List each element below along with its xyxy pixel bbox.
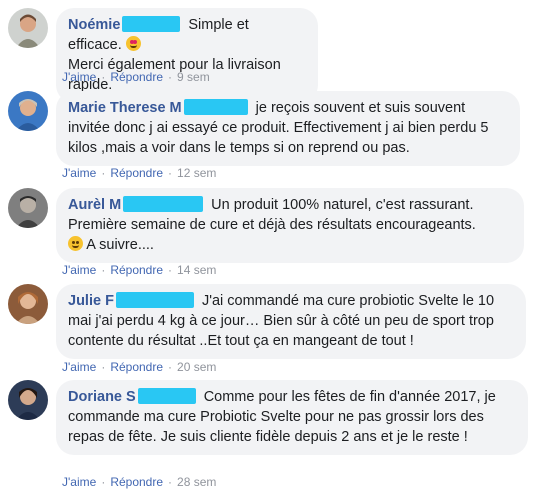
redaction-bar — [183, 99, 248, 115]
avatar[interactable] — [8, 91, 48, 131]
comment-author[interactable]: Aurèl M — [68, 197, 121, 213]
reply-link[interactable]: Répondre — [110, 360, 163, 374]
avatar[interactable] — [8, 8, 48, 48]
like-link[interactable]: J'aime — [62, 263, 96, 277]
redaction-bar — [122, 16, 181, 32]
reply-link[interactable]: Répondre — [110, 70, 163, 84]
comment-time[interactable]: 9 sem — [177, 70, 210, 84]
redaction-bar — [115, 292, 194, 308]
comment-text-tail: A suivre.... — [86, 237, 154, 253]
comment-actions: J'aime · Répondre · 12 sem — [62, 166, 217, 180]
comment-author[interactable]: Julie F — [68, 293, 114, 309]
comment-actions: J'aime · Répondre · 28 sem — [62, 475, 217, 489]
comment-bubble: Doriane S Comme pour les fêtes de fin d'a… — [56, 380, 528, 455]
comment-author[interactable]: Doriane S — [68, 389, 136, 405]
comment-author[interactable]: Marie Therese M — [68, 100, 182, 116]
avatar[interactable] — [8, 284, 48, 324]
smile-emoji-icon — [68, 236, 83, 251]
redaction-bar — [123, 196, 204, 212]
reply-link[interactable]: Répondre — [110, 475, 163, 489]
comment-bubble: Marie Therese Mje reçois souvent et suis… — [56, 91, 520, 166]
comment-actions: J'aime · Répondre · 14 sem — [62, 263, 217, 277]
reply-link[interactable]: Répondre — [110, 263, 163, 277]
heart-eyes-emoji-icon — [125, 36, 141, 51]
comment-actions: J'aime · Répondre · 9 sem — [62, 70, 210, 84]
comment-time[interactable]: 14 sem — [177, 263, 216, 277]
like-link[interactable]: J'aime — [62, 70, 96, 84]
comment-bubble: Aurèl M Un produit 100% naturel, c'est ra… — [56, 188, 524, 263]
comment-time[interactable]: 20 sem — [177, 360, 216, 374]
comment-time[interactable]: 12 sem — [177, 166, 216, 180]
comment-bubble: Noémie Simple et efficace. Merci égalemen… — [56, 8, 318, 103]
redaction-bar — [137, 388, 196, 404]
comment-author[interactable]: Noémie — [68, 17, 120, 33]
avatar[interactable] — [8, 188, 48, 228]
reply-link[interactable]: Répondre — [110, 166, 163, 180]
avatar[interactable] — [8, 380, 48, 420]
comment-actions: J'aime · Répondre · 20 sem — [62, 360, 217, 374]
comment-time[interactable]: 28 sem — [177, 475, 216, 489]
like-link[interactable]: J'aime — [62, 360, 96, 374]
comment-list: Noémie Simple et efficace. Merci égalemen… — [0, 0, 541, 498]
like-link[interactable]: J'aime — [62, 475, 96, 489]
comment-bubble: Julie F J'ai commandé ma cure probiotic S… — [56, 284, 526, 359]
like-link[interactable]: J'aime — [62, 166, 96, 180]
